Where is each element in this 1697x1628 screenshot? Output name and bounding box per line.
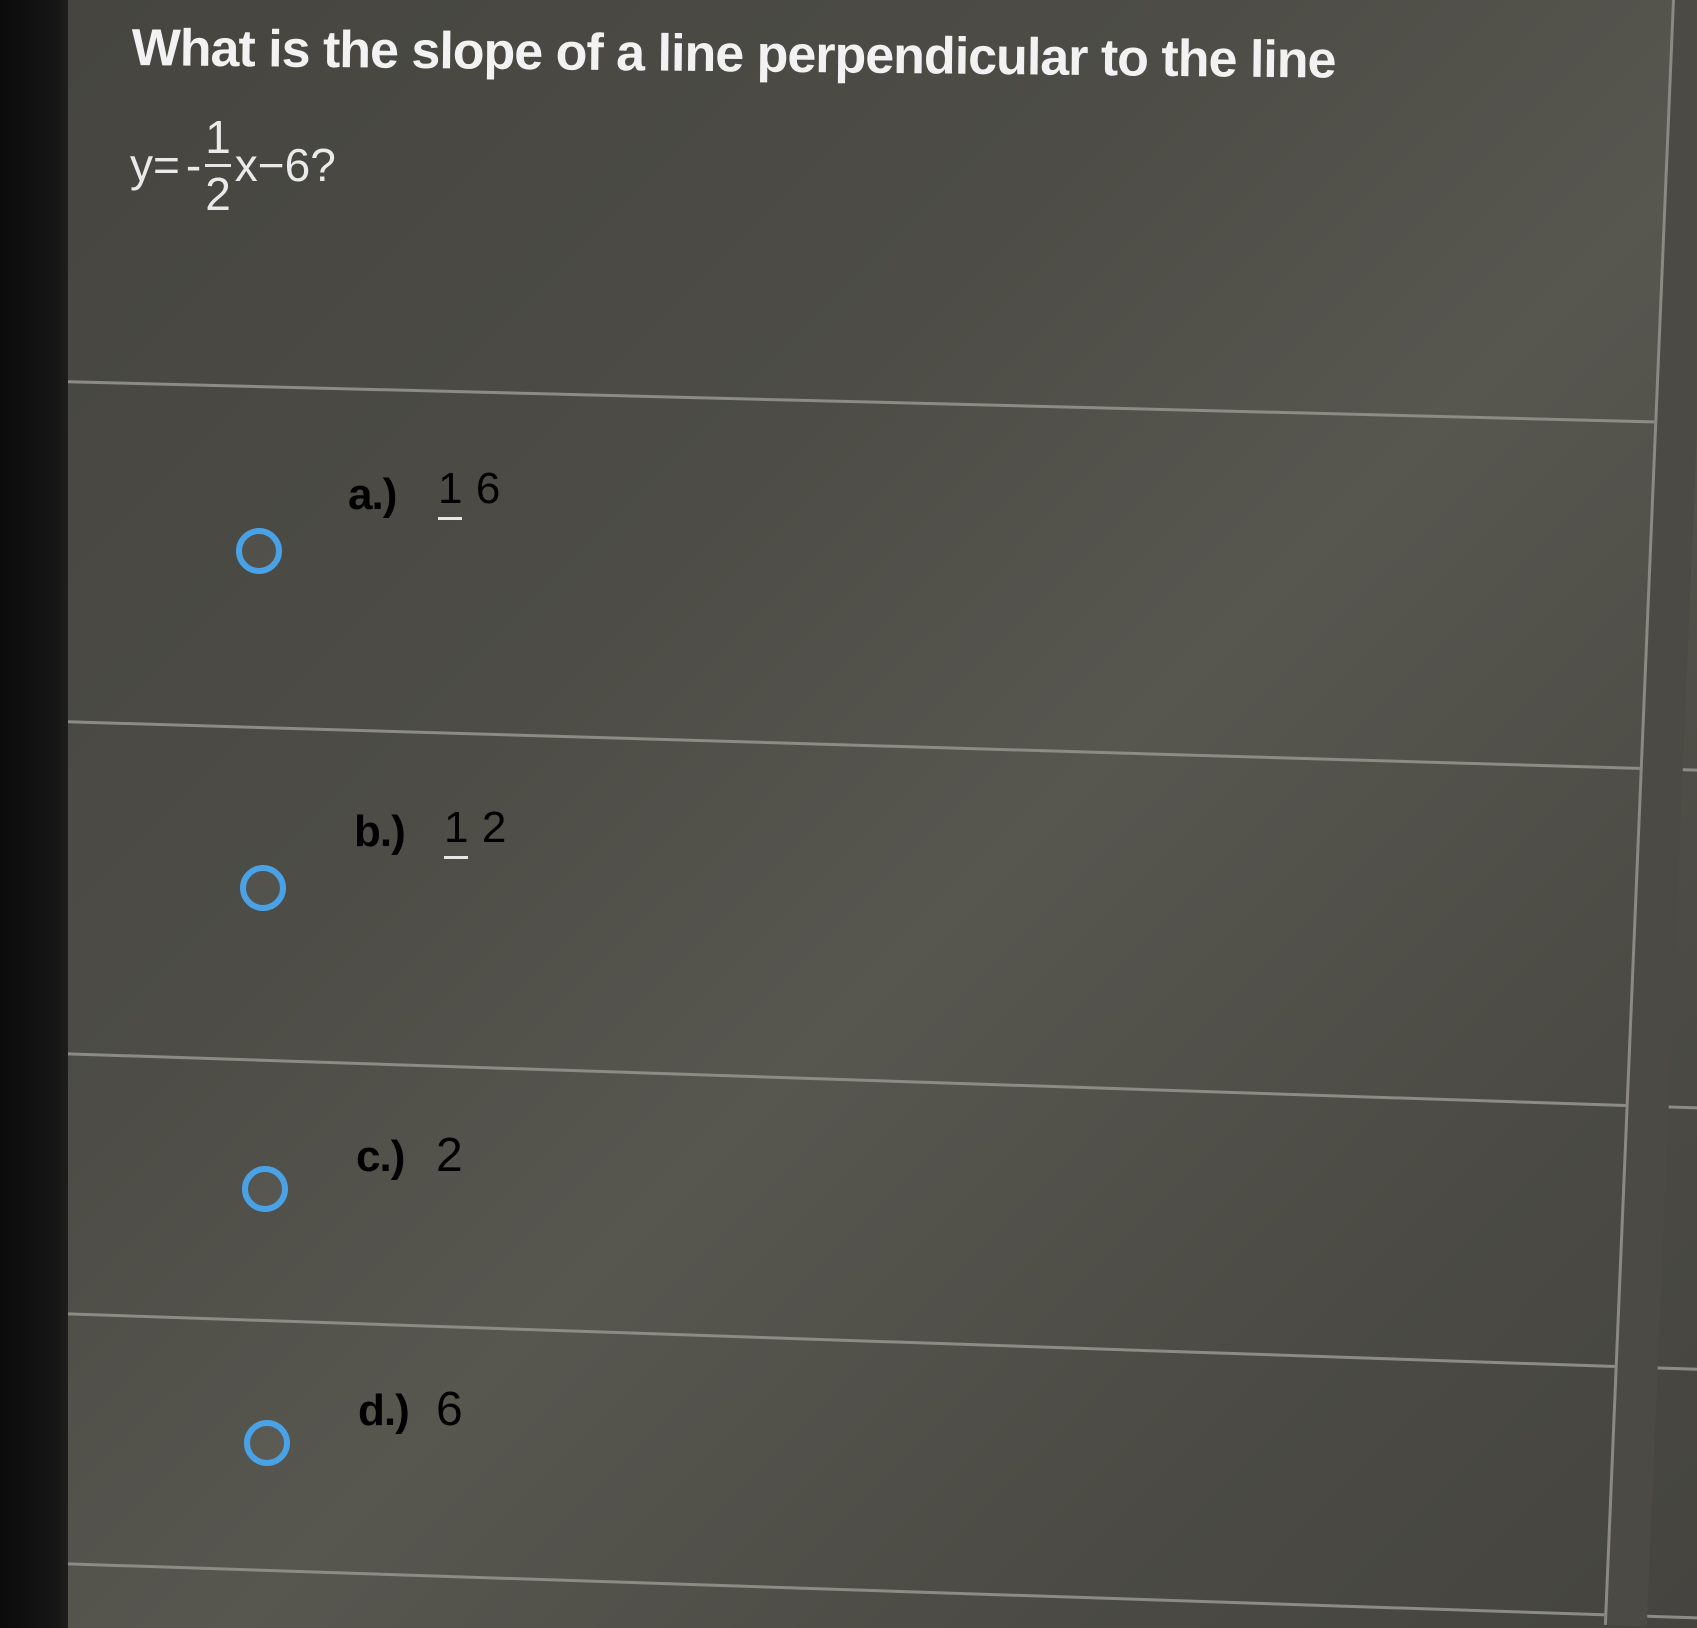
quiz-screen: What is the slope of a line perpendicula…: [68, 0, 1697, 1628]
radio-button-unselected-icon[interactable]: [236, 528, 282, 574]
option-value: 1 2: [444, 799, 507, 859]
option-numerator: 1: [438, 464, 463, 520]
question-text: What is the slope of a line perpendicula…: [131, 18, 1336, 90]
radio-button-unselected-icon[interactable]: [242, 1166, 288, 1212]
option-fraction: 1 6: [438, 461, 501, 520]
radio-button-unselected-icon[interactable]: [244, 1420, 290, 1466]
option-b[interactable]: b.) 1 2: [68, 735, 1697, 1045]
question-equation: y= - 1 2 x−6?: [130, 110, 336, 220]
option-value: 2: [436, 1129, 463, 1182]
option-letter: d.): [358, 1386, 410, 1435]
equation-numerator: 1: [205, 114, 231, 167]
radio-button-unselected-icon[interactable]: [240, 865, 286, 911]
option-a[interactable]: a.) 1 6: [68, 400, 1697, 710]
equation-fraction: 1 2: [205, 114, 231, 217]
option-fraction: 1 2: [444, 800, 507, 859]
equation-lhs: y=: [130, 139, 180, 191]
equation-rest: x−6?: [234, 139, 336, 191]
option-denominator: 6: [475, 464, 501, 513]
option-denominator: 2: [481, 803, 507, 852]
option-letter: a.): [348, 470, 397, 519]
option-d[interactable]: d.) 6: [68, 1330, 1697, 1560]
equation-sign: -: [185, 139, 202, 191]
option-numerator: 1: [444, 803, 469, 859]
equation-denominator: 2: [205, 167, 231, 220]
option-value: 6: [436, 1383, 463, 1436]
option-value: 1 6: [438, 460, 501, 520]
option-letter: c.): [356, 1132, 405, 1181]
option-letter: b.): [354, 807, 406, 856]
monitor-bezel: [0, 0, 70, 1628]
option-c[interactable]: c.) 2: [68, 1070, 1697, 1310]
divider-bottom: [68, 1562, 1697, 1621]
